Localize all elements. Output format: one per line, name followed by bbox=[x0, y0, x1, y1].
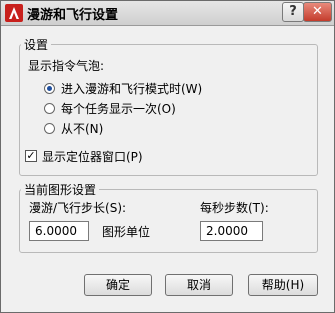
tooltip-group-label: 显示指令气泡: bbox=[28, 59, 105, 73]
dialog-title: 漫游和飞行设置 bbox=[27, 8, 119, 23]
help-button[interactable]: 帮助(H) bbox=[248, 274, 318, 296]
close-button[interactable]: ✕ bbox=[303, 2, 332, 22]
radio-never-label[interactable]: 从不(N) bbox=[61, 120, 103, 137]
radio-never[interactable] bbox=[44, 123, 55, 134]
step-size-input[interactable]: 6.0000 bbox=[29, 221, 89, 241]
steps-per-second-label: 每秒步数(T): bbox=[200, 201, 269, 215]
step-size-label: 漫游/飞行步长(S): bbox=[29, 201, 127, 215]
title-help-button[interactable]: ? bbox=[282, 2, 304, 22]
cancel-button[interactable]: 取消 bbox=[165, 274, 233, 296]
locator-window-label[interactable]: 显示定位器窗口(P) bbox=[42, 148, 143, 165]
ok-button[interactable]: 确定 bbox=[84, 274, 152, 296]
drawing-unit-label: 图形单位 bbox=[102, 225, 151, 239]
radio-on-enter-label[interactable]: 进入漫游和飞行模式时(W) bbox=[61, 80, 202, 97]
radio-once-label[interactable]: 每个任务显示一次(O) bbox=[61, 100, 176, 117]
dialog-window: 漫游和飞行设置 ? ✕ 设置 显示指令气泡: 进入漫游和飞行模式时(W) 每个任… bbox=[0, 0, 335, 313]
drawing-group-title: 当前图形设置 bbox=[21, 181, 100, 198]
locator-window-checkbox[interactable]: ✓ bbox=[25, 150, 37, 162]
settings-group-title: 设置 bbox=[21, 36, 52, 53]
autocad-logo-icon bbox=[5, 4, 23, 22]
steps-per-second-input[interactable]: 2.0000 bbox=[200, 221, 263, 241]
radio-on-enter[interactable] bbox=[44, 83, 55, 94]
title-bar: 漫游和飞行设置 ? ✕ bbox=[1, 1, 334, 26]
radio-once-per-session[interactable] bbox=[44, 103, 55, 114]
